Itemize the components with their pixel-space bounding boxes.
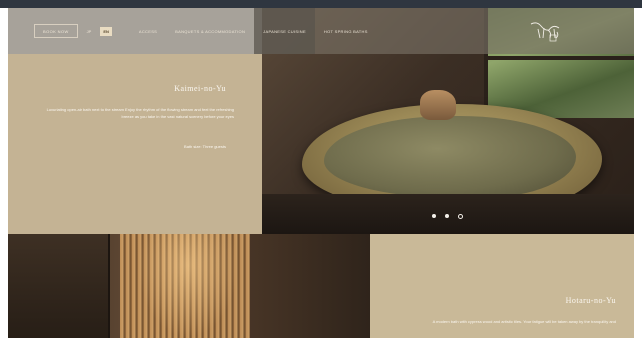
- slider-dots: [432, 214, 463, 219]
- water-spout: [420, 90, 456, 120]
- header-actions: BOOK NOW JP EN: [8, 24, 112, 38]
- nav-baths[interactable]: HOT SPRING BATHS: [315, 8, 377, 54]
- nav-banquets[interactable]: BANQUETS & ACCOMMODATION: [166, 8, 254, 54]
- section-description: A modern bath with cypress wood and arti…: [432, 319, 616, 324]
- section-title: Kaimei-no-Yu: [174, 84, 226, 93]
- nav-cuisine[interactable]: JAPANESE CUISINE: [254, 8, 315, 54]
- light-glow: [138, 234, 238, 338]
- nav-access[interactable]: ACCESS: [130, 8, 166, 54]
- slide-dot-3[interactable]: [458, 214, 463, 219]
- section-title: Hotaru-no-Yu: [565, 296, 616, 305]
- top-strip: [0, 0, 642, 8]
- bath-water: [324, 116, 576, 198]
- book-now-button[interactable]: BOOK NOW: [34, 24, 78, 38]
- kaimei-info-panel: Kaimei-no-Yu Luxuriating open-air bath n…: [8, 54, 262, 234]
- slide-dot-1[interactable]: [432, 214, 436, 218]
- indoor-bath-photo: [8, 234, 370, 338]
- window-beam: [484, 56, 634, 60]
- section-description: Luxuriating open-air bath next to the st…: [46, 107, 234, 119]
- brand-logo-icon[interactable]: [528, 20, 564, 44]
- main-nav: ACCESS BANQUETS & ACCOMMODATION JAPANESE…: [130, 8, 377, 54]
- language-jp[interactable]: JP: [84, 27, 95, 36]
- wood-wall: [8, 234, 110, 338]
- bath-capacity: Bath size: Three guests: [184, 144, 226, 149]
- language-en[interactable]: EN: [100, 26, 112, 36]
- site-header: BOOK NOW JP EN ACCESS BANQUETS & ACCOMMO…: [8, 8, 634, 54]
- hotaru-info-panel: Hotaru-no-Yu A modern bath with cypress …: [370, 234, 634, 338]
- slide-dot-2[interactable]: [445, 214, 449, 218]
